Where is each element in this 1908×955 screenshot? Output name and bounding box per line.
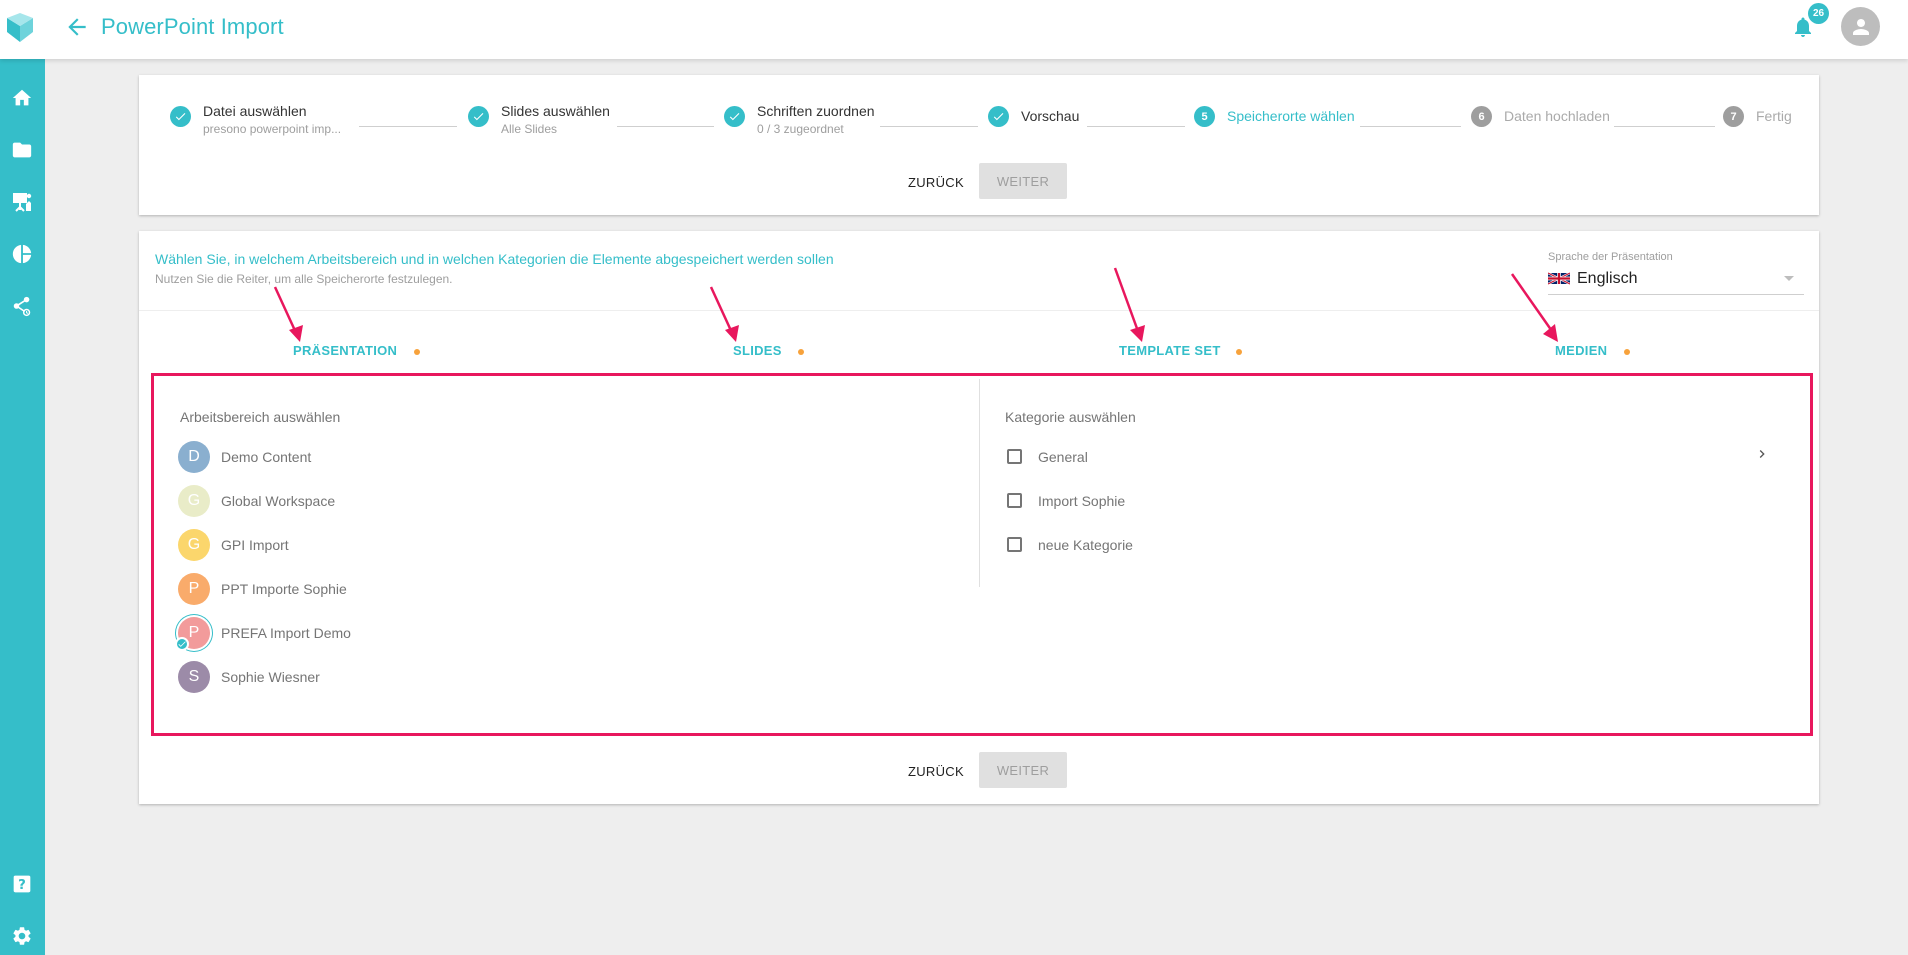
category-checkbox[interactable] — [1007, 449, 1022, 464]
next-button[interactable]: WEITER — [979, 752, 1067, 788]
workspace-avatar: D — [178, 441, 210, 473]
selected-check-icon — [175, 637, 189, 651]
user-avatar[interactable] — [1841, 7, 1880, 46]
sidebar: ? — [0, 59, 45, 955]
step-title: Schriften zuordnen — [757, 103, 875, 119]
person-icon — [1852, 18, 1869, 35]
tab-template-set[interactable]: TEMPLATE SET — [1119, 343, 1221, 358]
step-connector — [1614, 126, 1715, 127]
step-connector — [359, 126, 457, 127]
chevron-right-icon[interactable] — [1754, 446, 1770, 462]
category-item[interactable]: Import Sophie — [1005, 490, 1785, 514]
back-arrow-icon[interactable] — [64, 14, 90, 40]
step-number: 5 — [1194, 106, 1215, 127]
workspace-name: Global Workspace — [221, 493, 336, 509]
home-icon[interactable] — [7, 83, 37, 113]
workspace-avatar: P — [178, 573, 210, 605]
workspace-name: Sophie Wiesner — [221, 669, 320, 685]
tab-indicator-dot — [1236, 349, 1242, 355]
language-select[interactable]: Englisch — [1548, 268, 1804, 295]
back-button[interactable]: ZURÜCK — [908, 175, 964, 190]
divider — [139, 310, 1819, 311]
workspace-avatar: G — [178, 485, 210, 517]
language-value: Englisch — [1577, 270, 1638, 287]
workspace-name: Demo Content — [221, 449, 312, 465]
step-title: Datei auswählen — [203, 103, 307, 119]
step-title: Speicherorte wählen — [1227, 108, 1355, 124]
tab-medien[interactable]: MEDIEN — [1555, 343, 1607, 358]
check-icon — [724, 106, 745, 127]
workspace-name: GPI Import — [221, 537, 289, 553]
workspace-avatar: G — [178, 529, 210, 561]
instruction-title: Wählen Sie, in welchem Arbeitsbereich un… — [155, 251, 834, 267]
step-subtitle: 0 / 3 zugeordnet — [757, 122, 844, 136]
instruction-subtitle: Nutzen Sie die Reiter, um alle Speichero… — [155, 272, 453, 286]
language-label: Sprache der Präsentation — [1548, 251, 1673, 263]
dropdown-caret-icon — [1784, 276, 1794, 281]
step-title: Fertig — [1756, 108, 1792, 124]
step-title: Vorschau — [1021, 108, 1080, 124]
tab-indicator-dot — [1624, 349, 1630, 355]
category-checkbox[interactable] — [1007, 493, 1022, 508]
step-title: Daten hochladen — [1504, 108, 1610, 124]
back-button[interactable]: ZURÜCK — [908, 764, 964, 779]
tab-praesentation[interactable]: PRÄSENTATION — [293, 343, 397, 358]
settings-icon[interactable] — [7, 921, 37, 951]
app-logo[interactable] — [4, 12, 36, 44]
category-checkbox[interactable] — [1007, 537, 1022, 552]
step-connector — [1087, 126, 1185, 127]
workspace-item[interactable]: P PPT Importe Sophie — [178, 573, 778, 605]
category-item[interactable]: General — [1005, 446, 1785, 470]
step-title: Slides auswählen — [501, 103, 610, 119]
notification-badge: 26 — [1808, 3, 1829, 24]
svg-text:?: ? — [18, 878, 26, 893]
workspace-avatar: S — [178, 661, 210, 693]
folder-icon[interactable] — [7, 135, 37, 165]
step-subtitle: Alle Slides — [501, 122, 558, 136]
tab-indicator-dot — [798, 349, 804, 355]
category-item[interactable]: neue Kategorie — [1005, 534, 1785, 558]
step-connector — [617, 126, 714, 127]
workspace-name: PPT Importe Sophie — [221, 581, 347, 597]
top-bar: PowerPoint Import 26 — [0, 0, 1908, 59]
step-number: 6 — [1471, 106, 1492, 127]
step-subtitle: presono powerpoint imp... — [203, 122, 342, 136]
category-name: neue Kategorie — [1038, 537, 1133, 553]
workspace-item[interactable]: G Global Workspace — [178, 485, 778, 517]
category-label: Kategorie auswählen — [1005, 409, 1136, 425]
help-icon[interactable]: ? — [7, 869, 37, 899]
workspace-name: PREFA Import Demo — [221, 625, 351, 641]
step-number: 7 — [1723, 106, 1744, 127]
check-icon — [988, 106, 1009, 127]
workspace-label: Arbeitsbereich auswählen — [180, 409, 341, 425]
column-divider — [979, 379, 980, 587]
workspace-item[interactable]: G GPI Import — [178, 529, 778, 561]
tab-slides[interactable]: SLIDES — [733, 343, 782, 358]
uk-flag-icon — [1548, 272, 1570, 285]
step-connector — [1360, 126, 1461, 127]
category-name: General — [1038, 449, 1088, 465]
check-icon — [170, 106, 191, 127]
presentation-icon[interactable] — [7, 187, 37, 217]
next-button[interactable]: WEITER — [979, 163, 1067, 199]
workspace-item[interactable]: D Demo Content — [178, 441, 778, 473]
category-name: Import Sophie — [1038, 493, 1126, 509]
workspace-item[interactable]: S Sophie Wiesner — [178, 661, 778, 693]
tab-indicator-dot — [414, 349, 420, 355]
page-title: PowerPoint Import — [101, 14, 284, 39]
pie-chart-icon[interactable] — [7, 239, 37, 269]
step-connector — [880, 126, 978, 127]
workspace-item-selected[interactable]: P PREFA Import Demo — [175, 617, 778, 651]
check-icon — [468, 106, 489, 127]
share-icon[interactable] — [7, 291, 37, 321]
